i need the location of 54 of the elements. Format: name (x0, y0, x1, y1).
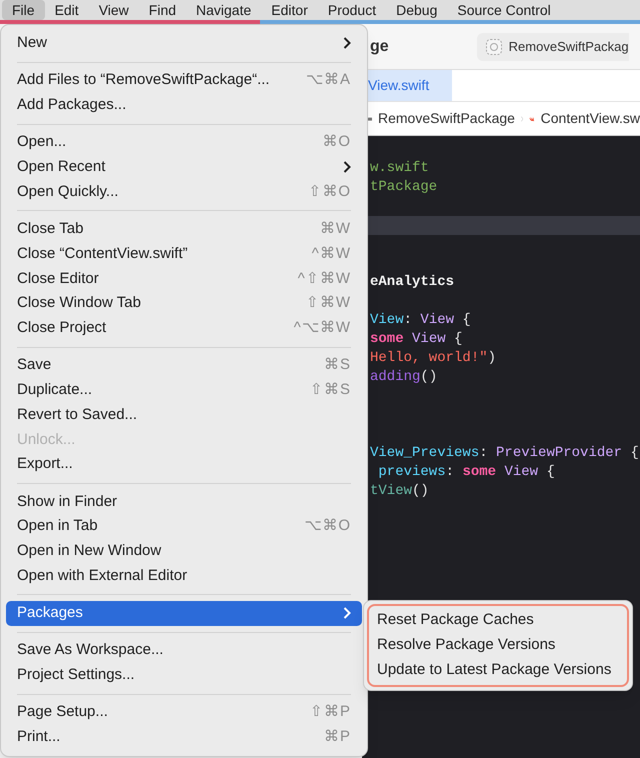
menu-item[interactable]: Open in Tab ⌥⌘O (6, 514, 362, 539)
menu-bar-item[interactable]: Find (138, 0, 186, 20)
breadcrumb[interactable]: RemoveSwiftPackage (378, 108, 515, 129)
menu-bar-item[interactable]: Source Control (447, 0, 561, 20)
menu-item[interactable]: Export... (6, 452, 362, 477)
menu-item[interactable]: Packages (6, 601, 362, 626)
menu-item[interactable]: Save As Workspace... (6, 638, 362, 663)
menu-item[interactable]: Revert to Saved... (6, 402, 362, 428)
menu-bar-item[interactable]: View (88, 0, 139, 20)
shortcut-label: ⇧⌘W (306, 293, 351, 314)
menu-item[interactable]: Project Settings... (6, 663, 362, 688)
shortcut-label: ^⌘W (312, 244, 351, 264)
menu-bar-item[interactable]: Edit (44, 0, 89, 20)
menu-item[interactable]: New (6, 31, 362, 56)
shortcut-label: ⇧⌘P (310, 702, 351, 722)
menu-item[interactable]: Close “ContentView.swift” ^⌘W (6, 242, 362, 266)
menu-item[interactable]: Reset Package Caches (369, 608, 627, 633)
shortcut-label: ⌘S (324, 355, 351, 376)
breadcrumb[interactable]: ContentView.sw (540, 108, 640, 129)
menu-item[interactable]: Open Recent (6, 155, 362, 180)
window-title: ge (370, 36, 389, 56)
menu-item[interactable]: Open in New Window (6, 539, 362, 564)
menu-bar-item[interactable]: Editor (261, 0, 318, 20)
menu-bar-item[interactable]: Product (318, 0, 386, 20)
menu-item[interactable]: Resolve Package Versions (369, 633, 627, 658)
menu-item[interactable]: Print... ⌘P (6, 725, 362, 750)
menu-bar-item[interactable]: File (2, 0, 45, 20)
shortcut-label: ⌘W (320, 219, 351, 240)
menu-bar-item[interactable]: Navigate (186, 0, 262, 20)
menu-item[interactable]: Add Packages... (6, 93, 362, 118)
shortcut-label: ⌥⌘A (306, 70, 351, 90)
menu-item[interactable]: Save ⌘S (6, 353, 362, 378)
menu-item[interactable]: Page Setup... ⇧⌘P (6, 700, 362, 725)
menu-item[interactable]: Close Editor ^⇧⌘W (6, 266, 362, 292)
shortcut-label: ^⇧⌘W (298, 268, 351, 289)
shortcut-label: ^⌥⌘W (294, 318, 351, 338)
app-icon (484, 38, 503, 56)
menu-item[interactable]: Open Quickly... ⇧⌘O (6, 180, 362, 204)
shortcut-label: ⌥⌘O (304, 516, 351, 536)
menu-item[interactable]: Add Files to “RemoveSwiftPackage“... ⌥⌘A (6, 68, 362, 93)
shortcut-label: ⌘P (324, 727, 351, 748)
menu-bar-item[interactable]: Debug (386, 0, 448, 20)
menu-item[interactable]: Duplicate... ⇧⌘S (6, 378, 362, 403)
scheme-selector[interactable]: RemoveSwiftPackag (476, 32, 629, 60)
menu-item[interactable]: Open... ⌘O (6, 130, 362, 155)
menu-item[interactable]: Show in Finder (6, 490, 362, 514)
shortcut-label: ⇧⌘O (308, 182, 351, 202)
menu-item[interactable]: Close Project ^⌥⌘W (6, 316, 362, 341)
shortcut-label: ⌘O (322, 132, 351, 152)
menu-item[interactable]: Close Window Tab ⇧⌘W (6, 291, 362, 316)
shortcut-label: ⇧⌘S (310, 380, 351, 400)
menu-item[interactable]: Close Tab ⌘W (6, 217, 362, 242)
menu-item[interactable]: Open with External Editor (6, 564, 362, 588)
menu-item[interactable]: Update to Latest Package Versions (369, 658, 627, 683)
